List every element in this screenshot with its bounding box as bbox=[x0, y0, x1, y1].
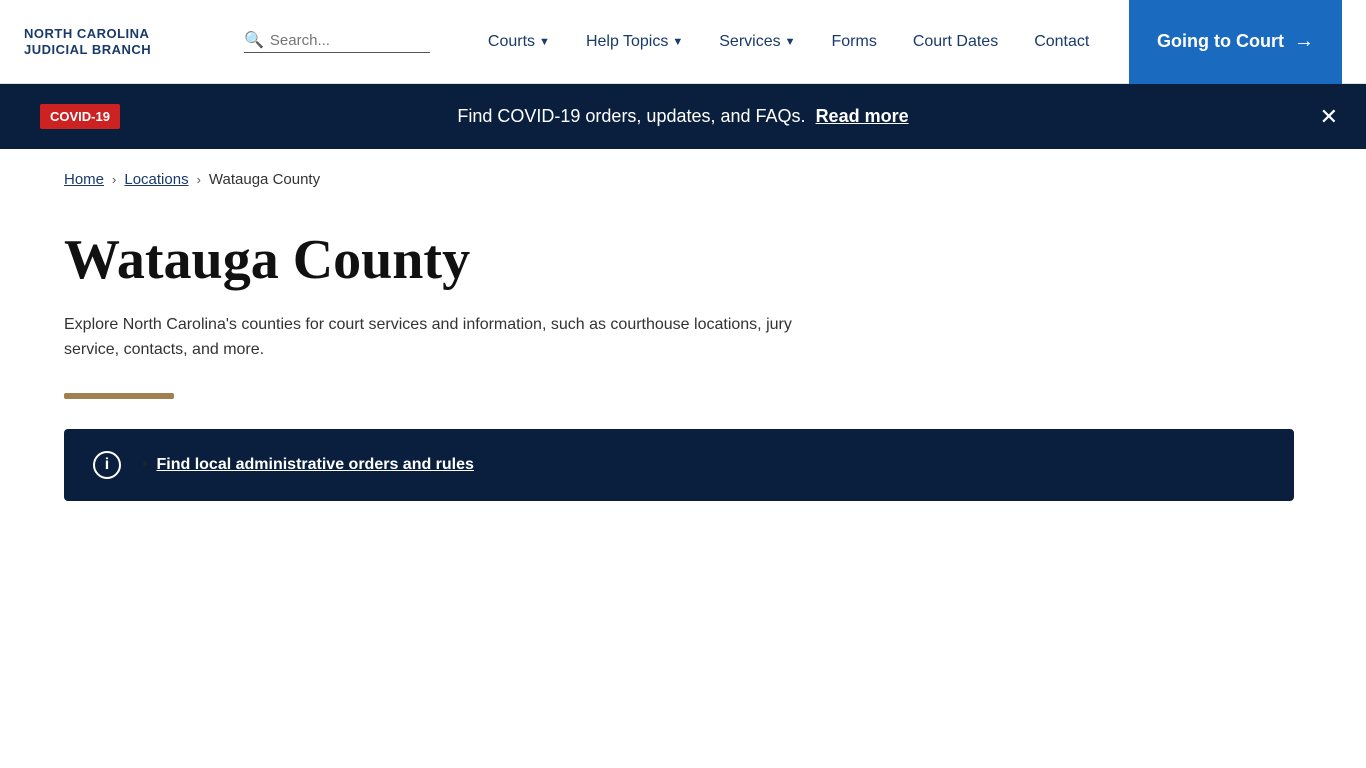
main-content: Watauga County Explore North Carolina's … bbox=[0, 210, 1366, 541]
nav-item-forms[interactable]: Forms bbox=[814, 0, 895, 84]
admin-orders-link[interactable]: Find local administrative orders and rul… bbox=[157, 456, 474, 473]
main-nav: Courts ▼ Help Topics ▼ Services ▼ Forms … bbox=[470, 0, 1129, 84]
nav-item-help-topics[interactable]: Help Topics ▼ bbox=[568, 0, 701, 84]
info-icon: i bbox=[92, 451, 122, 479]
info-box: i • Find local administrative orders and… bbox=[64, 429, 1294, 501]
breadcrumb-home[interactable]: Home bbox=[64, 171, 104, 188]
nav-item-courts[interactable]: Courts ▼ bbox=[470, 0, 568, 84]
info-box-content: • Find local administrative orders and r… bbox=[142, 456, 474, 474]
covid-read-more-link[interactable]: Read more bbox=[816, 106, 909, 126]
search-icon: 🔍 bbox=[244, 30, 264, 50]
going-to-court-button[interactable]: Going to Court → bbox=[1129, 0, 1342, 84]
divider-bar bbox=[64, 393, 174, 399]
nav-item-contact[interactable]: Contact bbox=[1016, 0, 1107, 84]
nav-item-court-dates[interactable]: Court Dates bbox=[895, 0, 1016, 84]
covid-badge: COVID-19 bbox=[40, 104, 120, 129]
page-description: Explore North Carolina's counties for co… bbox=[64, 312, 824, 363]
covid-banner: COVID-19 Find COVID-19 orders, updates, … bbox=[0, 84, 1366, 149]
breadcrumb-locations[interactable]: Locations bbox=[124, 171, 188, 188]
breadcrumb-separator-2: › bbox=[197, 172, 201, 187]
site-header: NORTH CAROLINA JUDICIAL BRANCH 🔍 Courts … bbox=[0, 0, 1366, 84]
breadcrumb: Home › Locations › Watauga County bbox=[0, 149, 1366, 210]
breadcrumb-current: Watauga County bbox=[209, 171, 320, 188]
chevron-down-icon: ▼ bbox=[672, 36, 683, 48]
covid-message: Find COVID-19 orders, updates, and FAQs.… bbox=[457, 106, 908, 127]
arrow-right-icon: → bbox=[1294, 30, 1314, 53]
logo[interactable]: NORTH CAROLINA JUDICIAL BRANCH bbox=[24, 26, 224, 57]
search-area: 🔍 bbox=[244, 30, 430, 53]
page-title: Watauga County bbox=[64, 230, 1302, 292]
going-to-court-label: Going to Court bbox=[1157, 31, 1284, 52]
logo-text: NORTH CAROLINA JUDICIAL BRANCH bbox=[24, 26, 151, 57]
chevron-down-icon: ▼ bbox=[539, 36, 550, 48]
covid-close-button[interactable]: ✕ bbox=[1320, 106, 1338, 128]
search-input[interactable] bbox=[270, 32, 430, 49]
chevron-down-icon: ▼ bbox=[785, 36, 796, 48]
nav-item-services[interactable]: Services ▼ bbox=[701, 0, 813, 84]
breadcrumb-separator-1: › bbox=[112, 172, 116, 187]
